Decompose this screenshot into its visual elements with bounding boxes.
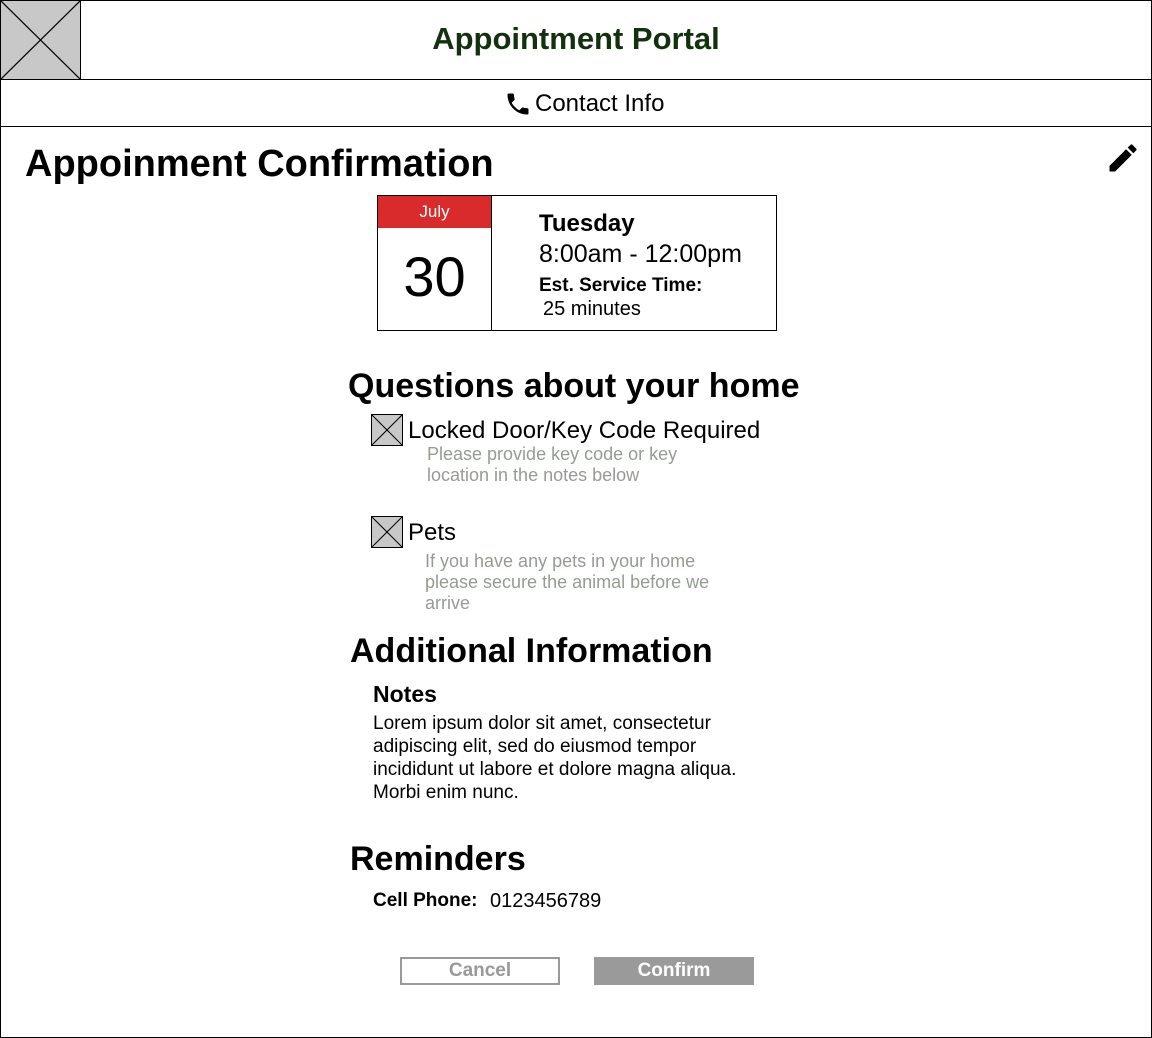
page-frame: Appointment Portal Contact Info Appoinme… [0,0,1152,1038]
pets-label: Pets [408,519,457,546]
est-service-time-label: Est. Service Time: [539,275,703,296]
calendar-day: 30 [403,245,466,308]
contact-info-label: Contact Info [535,90,665,117]
pencil-icon[interactable] [1105,140,1141,176]
confirm-button[interactable]: Confirm [594,957,754,985]
appointment-time-range: 8:00am - 12:00pm [539,240,742,268]
locked-door-label: Locked Door/Key Code Required [408,417,761,444]
cell-phone-label: Cell Phone: [373,890,478,911]
cell-phone-value: 0123456789 [490,890,602,912]
calendar-icon: July 30 [378,196,492,330]
page-title: Appoinment Confirmation [25,143,494,185]
cancel-button[interactable]: Cancel [400,957,560,985]
phone-icon [507,93,529,115]
questions-heading: Questions about your home [348,367,800,405]
pets-hint-line2: please secure the animal before we [425,572,710,592]
pets-hint-line1: If you have any pets in your home [425,551,696,571]
pets-hint-line3: arrive [425,593,471,613]
locked-door-hint-line1: Please provide key code or key [427,444,678,464]
calendar-month: July [378,196,491,228]
header: Appointment Portal [1,1,1151,80]
locked-door-checkbox[interactable] [371,414,403,446]
notes-text: Lorem ipsum dolor sit amet, consectetur … [373,713,737,803]
app-title: Appointment Portal [432,21,720,56]
notes-label: Notes [373,681,437,707]
reminders-heading: Reminders [350,840,526,878]
additional-info-heading: Additional Information [350,632,713,670]
appointment-date-card: July 30 Tuesday 8:00am - 12:00pm Est. Se… [377,195,777,331]
contact-info-link[interactable]: Contact Info [504,88,664,120]
pets-checkbox[interactable] [371,516,403,548]
contact-bar: Contact Info [1,80,1151,127]
est-service-time-value: 25 minutes [543,298,641,320]
appointment-weekday: Tuesday [539,210,635,237]
locked-door-hint-line2: location in the notes below [427,465,640,485]
